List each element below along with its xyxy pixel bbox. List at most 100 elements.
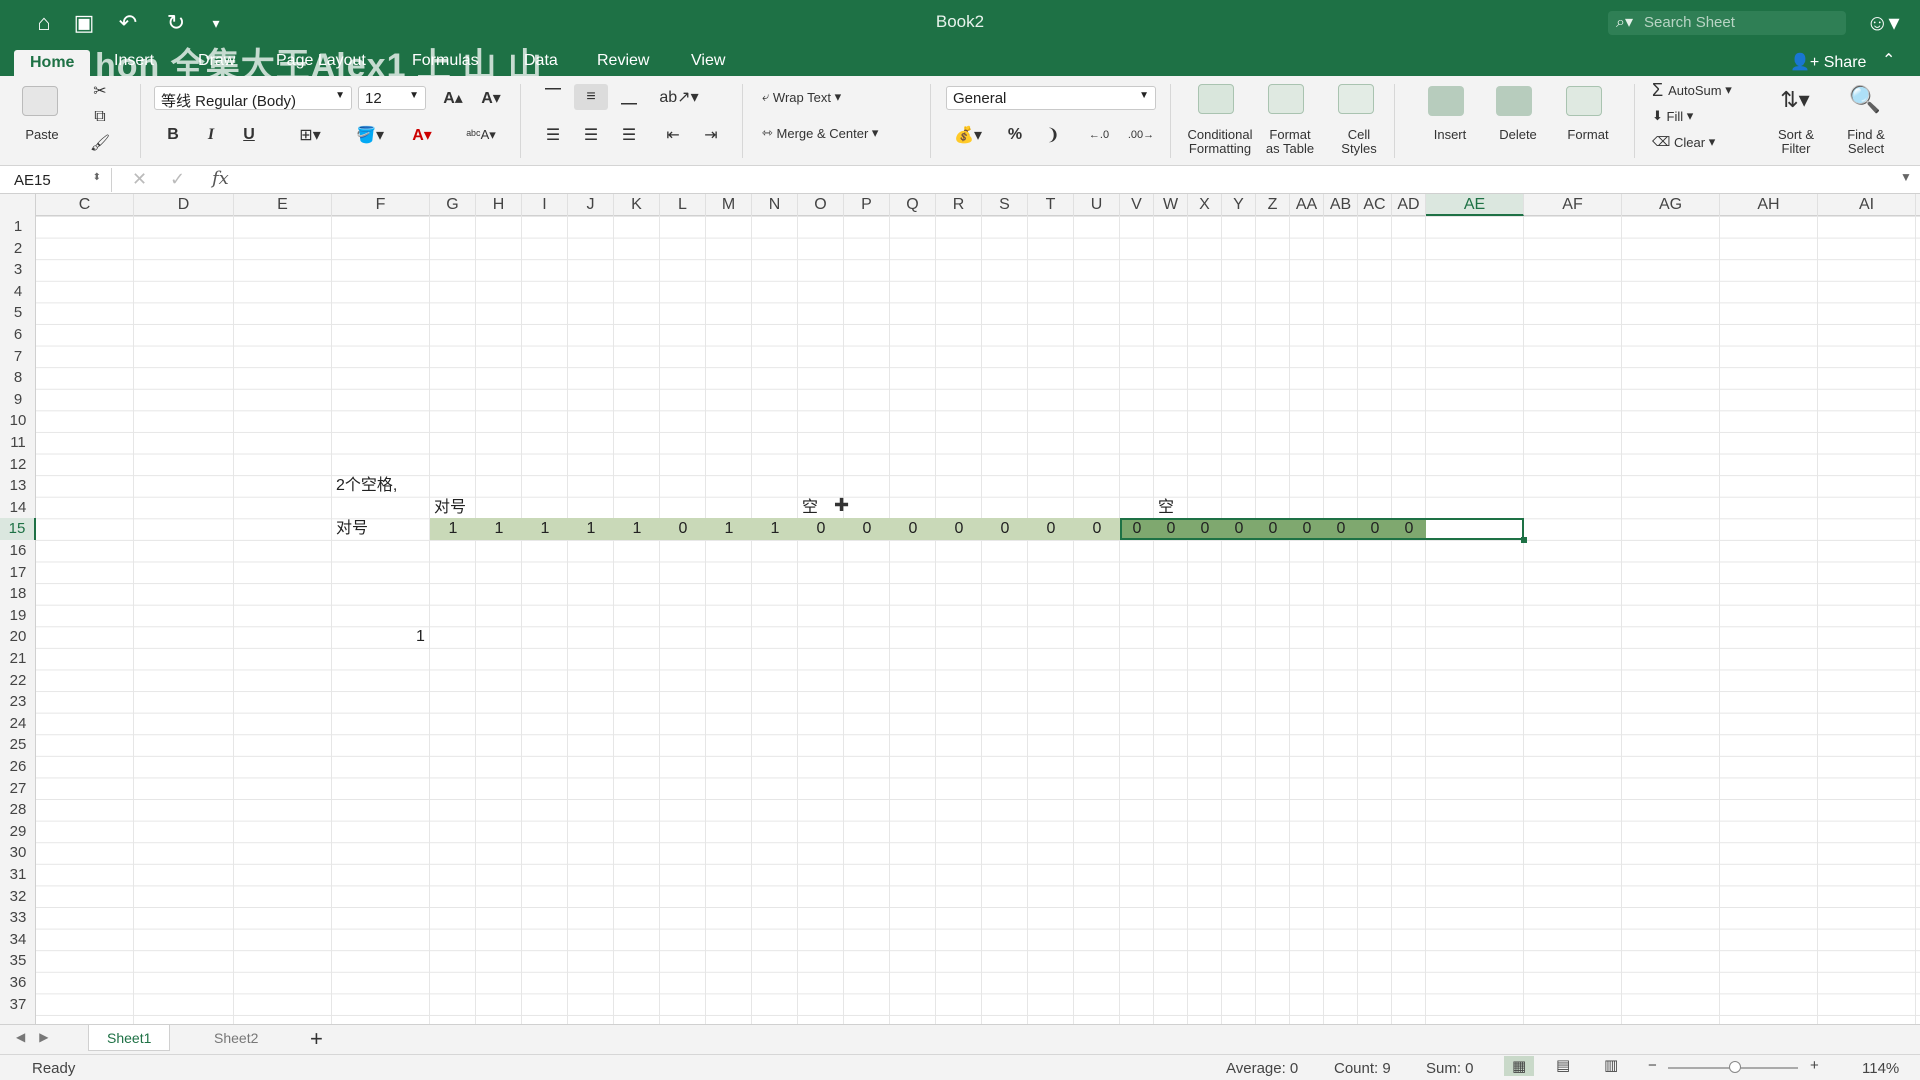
tab-insert[interactable]: Insert	[114, 52, 154, 70]
borders-icon[interactable]: ⊞▾	[292, 122, 328, 148]
align-right-icon[interactable]: ☰	[612, 122, 646, 148]
share-button[interactable]: 👤+ Share	[1790, 52, 1866, 72]
cell-o14[interactable]: 空	[802, 497, 818, 519]
row-header[interactable]: 2	[0, 238, 36, 260]
autosum-button[interactable]: Σ AutoSum ▾	[1652, 80, 1732, 100]
cell-value[interactable]: 0	[939, 518, 979, 540]
column-header[interactable]: Q	[890, 194, 936, 216]
column-header[interactable]: Z	[1256, 194, 1290, 216]
column-header[interactable]: I	[522, 194, 568, 216]
row-header[interactable]: 7	[0, 346, 36, 368]
cell-f13[interactable]: 2个空格,	[336, 475, 397, 497]
row-header[interactable]: 34	[0, 929, 36, 951]
page-layout-view-icon[interactable]: ▤	[1556, 1056, 1570, 1074]
fill-handle[interactable]	[1521, 537, 1527, 543]
insert-function-icon[interactable]: fx	[212, 168, 229, 189]
row-header[interactable]: 15	[0, 518, 36, 540]
cell-value[interactable]: 1	[525, 518, 565, 540]
align-bottom-icon[interactable]: ⎽	[612, 84, 646, 110]
align-left-icon[interactable]: ☰	[536, 122, 570, 148]
column-header[interactable]: O	[798, 194, 844, 216]
tab-data[interactable]: Data	[524, 52, 558, 70]
row-header[interactable]: 8	[0, 367, 36, 389]
row-header[interactable]: 32	[0, 886, 36, 908]
delete-button[interactable]: Delete	[1486, 128, 1550, 142]
column-header[interactable]: G	[430, 194, 476, 216]
font-size-select[interactable]: 12 ▼	[358, 86, 426, 110]
sheet-tab-sheet1[interactable]: Sheet1	[88, 1025, 171, 1051]
underline-button[interactable]: U	[234, 122, 264, 148]
wrap-text-button[interactable]: ⤶ Wrap Text ▾	[762, 86, 841, 108]
cell-styles-button[interactable]: Cell Styles	[1334, 128, 1384, 156]
zoom-out-icon[interactable]: −	[1648, 1057, 1657, 1074]
zoom-slider-thumb[interactable]	[1729, 1061, 1741, 1073]
number-format-select[interactable]: General ▼	[946, 86, 1156, 110]
decrease-indent-icon[interactable]: ⇤	[656, 122, 690, 148]
column-header[interactable]: K	[614, 194, 660, 216]
cell-f15[interactable]: 对号	[336, 518, 368, 540]
enter-icon[interactable]: ✓	[170, 169, 185, 190]
row-header[interactable]: 16	[0, 540, 36, 562]
row-header[interactable]: 4	[0, 281, 36, 303]
sheet-nav-arrows[interactable]: ◀▶	[16, 1030, 62, 1044]
row-header[interactable]: 27	[0, 778, 36, 800]
cell-area[interactable]: 2个空格, 对号空空对号 1 1 1 1 1 1 0 1 1 0 0 0 0 0 0 0 0 0 0 0 0 0 0 0 0 ✚	[36, 216, 1920, 1024]
cell-value[interactable]: 1	[617, 518, 657, 540]
column-header[interactable]: N	[752, 194, 798, 216]
tab-home[interactable]: Home	[14, 50, 91, 76]
cell-value[interactable]: 1	[709, 518, 749, 540]
tab-view[interactable]: View	[691, 52, 725, 70]
column-header[interactable]: F	[332, 194, 430, 216]
percent-button[interactable]: %	[998, 122, 1032, 148]
column-header[interactable]: AG	[1622, 194, 1720, 216]
sort-filter-button[interactable]: Sort & Filter	[1766, 128, 1826, 156]
accounting-format-icon[interactable]: 💰▾	[946, 122, 990, 148]
insert-button[interactable]: Insert	[1418, 128, 1482, 142]
fill-button[interactable]: ⬇ Fill ▾	[1652, 106, 1693, 126]
column-header[interactable]: R	[936, 194, 982, 216]
insert-cells-icon[interactable]	[1428, 86, 1464, 116]
page-break-view-icon[interactable]: ▥	[1604, 1056, 1618, 1074]
increase-font-icon[interactable]: A▴	[436, 86, 470, 110]
align-center-icon[interactable]: ☰	[574, 122, 608, 148]
font-color-icon[interactable]: A▾	[400, 122, 444, 148]
decrease-font-icon[interactable]: A▾	[474, 86, 508, 110]
search-input[interactable]: ⌕▾ Search Sheet	[1608, 11, 1846, 35]
font-name-select[interactable]: 等线 Regular (Body) ▼	[154, 86, 352, 110]
row-header[interactable]: 37	[0, 994, 36, 1016]
row-header[interactable]: 13	[0, 475, 36, 497]
column-header[interactable]: U	[1074, 194, 1120, 216]
comma-style-icon[interactable]: ❩	[1036, 122, 1070, 148]
row-header[interactable]: 14	[0, 497, 36, 519]
find-select-icon[interactable]: 🔍	[1840, 82, 1890, 116]
cut-icon[interactable]: ✂	[88, 80, 112, 102]
tab-page-layout[interactable]: Page Layout	[276, 52, 366, 70]
align-top-icon[interactable]: ⎺	[536, 84, 570, 110]
row-header[interactable]: 6	[0, 324, 36, 346]
delete-cells-icon[interactable]	[1496, 86, 1532, 116]
formula-input[interactable]	[250, 170, 1890, 190]
column-header[interactable]: Y	[1222, 194, 1256, 216]
sheet-tab-sheet2[interactable]: Sheet2	[196, 1025, 276, 1051]
clear-button[interactable]: ⌫ Clear ▾	[1652, 132, 1715, 152]
column-header[interactable]: E	[234, 194, 332, 216]
name-box[interactable]: AE15 ⬍	[4, 168, 112, 192]
row-header[interactable]: 30	[0, 842, 36, 864]
select-all-corner[interactable]	[0, 194, 36, 216]
zoom-in-icon[interactable]: +	[1810, 1057, 1819, 1074]
feedback-icon[interactable]: ☺▾	[1866, 10, 1900, 36]
row-header[interactable]: 18	[0, 583, 36, 605]
expand-formula-icon[interactable]: ▼	[1900, 170, 1912, 184]
row-header[interactable]: 1	[0, 216, 36, 238]
format-button[interactable]: Format	[1556, 128, 1620, 142]
add-sheet-icon[interactable]: +	[310, 1026, 323, 1052]
row-header[interactable]: 26	[0, 756, 36, 778]
tab-review[interactable]: Review	[597, 52, 649, 70]
format-as-table-button[interactable]: Format as Table	[1260, 128, 1320, 156]
row-header[interactable]: 31	[0, 864, 36, 886]
cell-value[interactable]: 0	[1389, 518, 1429, 540]
fill-color-icon[interactable]: 🪣▾	[348, 122, 392, 148]
row-header[interactable]: 12	[0, 454, 36, 476]
phonetic-icon[interactable]: ᵃᵇᶜA▾	[456, 122, 506, 148]
column-header[interactable]: AC	[1358, 194, 1392, 216]
